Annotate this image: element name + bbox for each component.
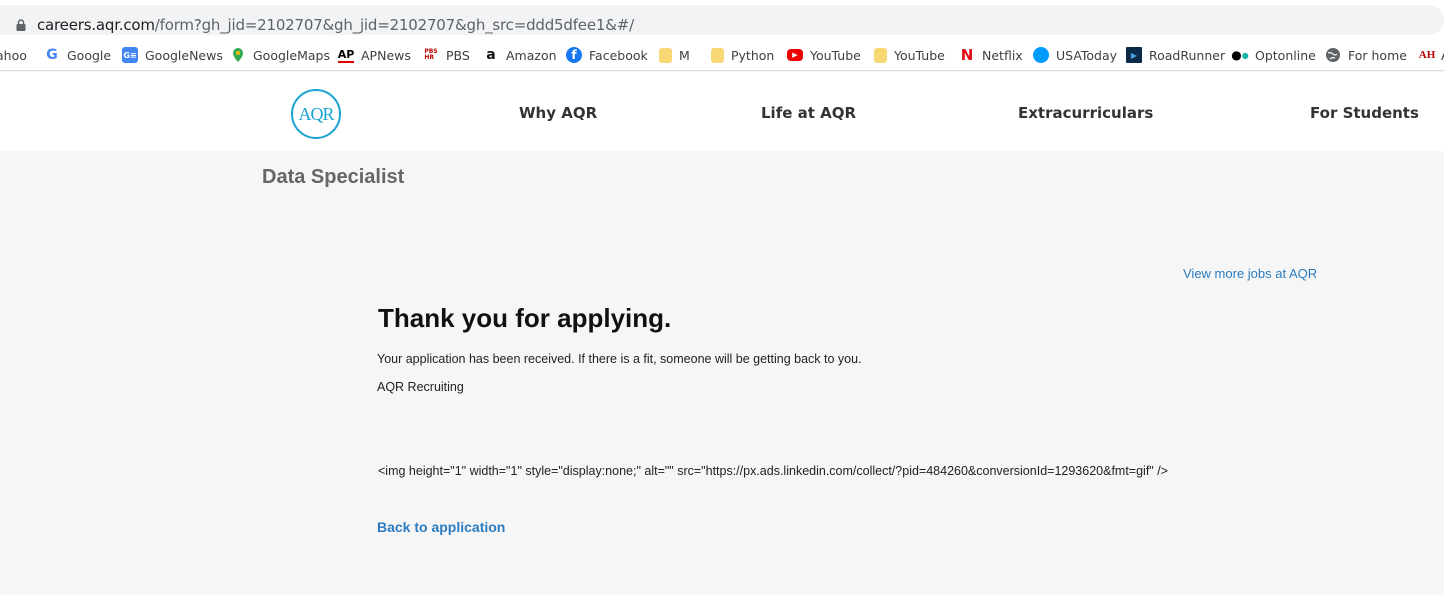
bookmark-googlenews[interactable]: G≡ GoogleNews [122, 44, 223, 66]
lock-icon[interactable] [15, 19, 27, 31]
nav-life-at-aqr[interactable]: Life at AQR [761, 104, 856, 122]
nav-extracurriculars[interactable]: Extracurriculars [1018, 104, 1153, 122]
bookmark-label: Facebook [589, 47, 648, 63]
bookmark-label: M [679, 47, 690, 63]
bookmark-label: Netflix [982, 47, 1023, 63]
folder-icon [874, 47, 887, 63]
folder-icon [659, 47, 672, 63]
folder-icon [711, 47, 724, 63]
address-bar: careers.aqr.com/form?gh_jid=2102707&gh_j… [0, 0, 1444, 40]
bookmark-label: GoogleNews [145, 47, 223, 63]
bookmark-usatoday[interactable]: USAToday [1033, 44, 1117, 66]
google-icon: G [46, 47, 58, 63]
bookmark-facebook[interactable]: f Facebook [566, 44, 648, 66]
aqr-logo[interactable]: AQR [291, 89, 341, 139]
url-text[interactable]: careers.aqr.com/form?gh_jid=2102707&gh_j… [37, 16, 634, 34]
bookmark-label: GoogleMaps [253, 47, 330, 63]
bookmark-label: YouTube [810, 47, 861, 63]
bookmark-label: PBS [446, 47, 470, 63]
bookmark-label: APNews [361, 47, 411, 63]
bookmark-label: Amazon [506, 47, 557, 63]
bookmark-folder-m[interactable]: M [659, 44, 690, 66]
logo-text: AQR [298, 103, 334, 124]
google-maps-icon [233, 48, 243, 62]
bookmark-amazon[interactable]: a Amazon [483, 44, 557, 66]
raw-tracking-code: <img height="1" width="1" style="display… [378, 464, 1168, 478]
back-to-application-link[interactable]: Back to application [377, 519, 505, 535]
facebook-icon: f [566, 47, 582, 63]
youtube-icon: ▶ [787, 49, 803, 61]
google-news-icon: G≡ [122, 47, 138, 63]
signature: AQR Recruiting [377, 380, 464, 394]
netflix-icon: N [960, 46, 974, 64]
globe-icon [1326, 48, 1340, 62]
bookmark-youtube[interactable]: ▶ YouTube [787, 44, 861, 66]
bookmark-netflix[interactable]: N Netflix [959, 44, 1023, 66]
confirmation-message: Your application has been received. If t… [377, 352, 862, 366]
bookmark-googlemaps[interactable]: GoogleMaps [230, 44, 330, 66]
bookmark-label: ahoo [0, 47, 27, 63]
bookmark-folder-youtube[interactable]: YouTube [874, 44, 945, 66]
job-title: Data Specialist [262, 166, 405, 188]
bookmark-label: Google [67, 47, 112, 63]
bookmark-label: Python [731, 47, 775, 63]
confirmation-heading: Thank you for applying. [378, 303, 672, 333]
nav-why-aqr[interactable]: Why AQR [519, 104, 597, 122]
optonline-icon: ● ● [1231, 48, 1249, 62]
url-host: careers.aqr.com [37, 16, 155, 34]
bookmark-for-home[interactable]: For home [1325, 44, 1407, 66]
bookmark-label: RoadRunner [1149, 47, 1226, 63]
bookmarks-bar: ahoo G Google G≡ GoogleNews GoogleMaps A… [0, 40, 1444, 71]
bookmark-apnews[interactable]: AP APNews [338, 44, 411, 66]
bookmark-pbs[interactable]: PBS HR PBS [423, 44, 470, 66]
bookmark-ah[interactable]: AH A [1417, 44, 1444, 66]
view-more-jobs-link[interactable]: View more jobs at AQR [1183, 266, 1317, 281]
bookmark-label: USAToday [1056, 47, 1118, 63]
amazon-icon: a [486, 47, 496, 63]
url-path: /form?gh_jid=2102707&gh_jid=2102707&gh_s… [154, 16, 634, 34]
bookmark-label: YouTube [894, 47, 945, 63]
ah-icon: AH [1418, 49, 1436, 61]
bookmark-yahoo[interactable]: ahoo [0, 44, 27, 66]
roadrunner-icon: ▶ [1126, 47, 1142, 63]
usatoday-icon [1033, 47, 1049, 63]
bookmark-folder-python[interactable]: Python [711, 44, 774, 66]
bookmark-label: For home [1348, 47, 1407, 63]
nav-for-students[interactable]: For Students [1310, 104, 1419, 122]
site-header: AQR Why AQR Life at AQR Extracurriculars… [0, 72, 1444, 151]
bookmark-roadrunner[interactable]: ▶ RoadRunner [1126, 44, 1225, 66]
bookmark-google[interactable]: G Google [44, 44, 111, 66]
url-field[interactable]: careers.aqr.com/form?gh_jid=2102707&gh_j… [0, 5, 1444, 35]
pbs-icon: PBS HR [424, 48, 438, 61]
bookmark-label: Optonline [1255, 47, 1316, 63]
apnews-icon: AP [338, 47, 354, 63]
bookmark-optonline[interactable]: ● ● Optonline [1231, 44, 1316, 66]
